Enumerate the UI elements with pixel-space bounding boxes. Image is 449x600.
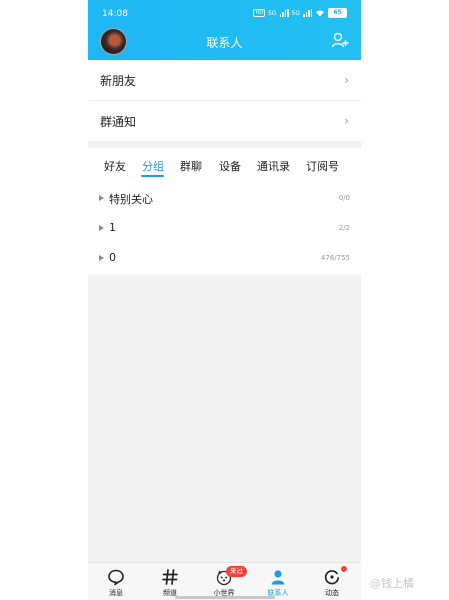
signal-label-1: 5G (268, 9, 277, 17)
group-name: 特别关心 (109, 193, 153, 206)
new-friends-label: 新朋友 (100, 74, 137, 88)
signal-label-2: 5G (291, 9, 300, 17)
expand-arrow-icon (99, 195, 104, 201)
group-name: 1 (109, 221, 116, 234)
nav-channels[interactable]: 频道 (143, 563, 197, 600)
wifi-icon (316, 10, 324, 17)
tab-groups[interactable]: 分组 (142, 158, 164, 174)
nav-label: 动态 (325, 589, 339, 597)
bottom-nav: 消息 频道 小世界 联系人 动态 (88, 562, 361, 600)
contacts-icon (271, 570, 285, 585)
group-row[interactable]: 特别关心 0/0 (88, 186, 361, 216)
tab-friends[interactable]: 好友 (104, 158, 126, 174)
chevron-right-icon: › (344, 73, 349, 87)
home-indicator[interactable] (175, 596, 275, 599)
group-notice-label: 群通知 (100, 115, 137, 129)
page-title: 联系人 (206, 36, 243, 50)
nav-activity[interactable]: 动态 (305, 563, 359, 600)
tab-subscriptions[interactable]: 订阅号 (306, 158, 339, 174)
header: 14:08 HD 5G 5G 65 联系人 (88, 0, 361, 60)
battery-icon: 65 (328, 8, 347, 18)
contacts-panel: 好友 分组 群聊 设备 通讯录 订阅号 特别关心 0/0 1 2/2 0 476… (88, 148, 361, 275)
group-count: 2/2 (338, 224, 350, 232)
status-time: 14:08 (102, 9, 128, 19)
group-row[interactable]: 1 2/2 (88, 216, 361, 246)
group-row[interactable]: 0 476/755 (88, 246, 361, 276)
tab-address-book[interactable]: 通讯录 (257, 158, 290, 174)
activity-notification-dot (340, 565, 348, 573)
expand-arrow-icon (99, 255, 104, 261)
hd-icon: HD (253, 9, 266, 17)
signal-icon (303, 9, 312, 17)
contacts-tabs: 好友 分组 群聊 设备 通讯录 订阅号 (88, 158, 361, 180)
tab-group-chats[interactable]: 群聊 (180, 158, 202, 174)
expand-arrow-icon (99, 225, 104, 231)
chevron-right-icon: › (344, 114, 349, 128)
group-name: 0 (109, 251, 116, 264)
add-friend-icon[interactable] (331, 31, 349, 49)
group-count: 0/0 (338, 194, 350, 202)
active-tab-indicator (141, 175, 164, 177)
tab-devices[interactable]: 设备 (219, 158, 241, 174)
watermark: @钱上橘 (370, 577, 414, 590)
nav-messages[interactable]: 消息 (89, 563, 143, 600)
signal-icon (279, 9, 289, 17)
message-icon (108, 569, 124, 586)
hashtag-icon (162, 569, 178, 585)
nav-contacts[interactable]: 联系人 (251, 563, 305, 600)
small-world-badge: 来过 (226, 566, 247, 577)
new-friends-row[interactable]: 新朋友 › (88, 60, 361, 100)
group-notice-row[interactable]: 群通知 › (88, 101, 361, 141)
group-count: 476/755 (320, 254, 350, 262)
activity-icon (324, 570, 340, 585)
phone-screen: 14:08 HD 5G 5G 65 联系人 新朋友 › 群通知 › 好友 分组 … (88, 0, 361, 600)
status-icons: HD 5G 5G 65 (253, 8, 347, 18)
nav-label: 消息 (109, 589, 123, 597)
